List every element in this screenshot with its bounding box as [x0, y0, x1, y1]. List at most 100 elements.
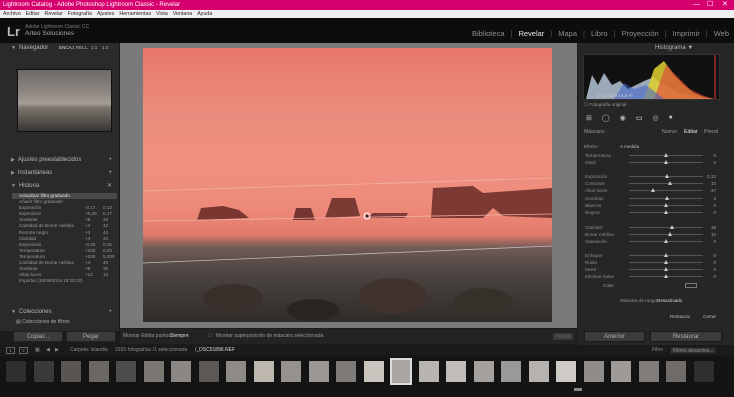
slider-value[interactable]: 0 — [713, 259, 716, 266]
slider-row[interactable]: Blancos 0 — [585, 202, 720, 209]
slider-track[interactable] — [629, 234, 703, 235]
slider-handle[interactable] — [664, 153, 668, 157]
spot-removal-icon[interactable]: ◯ — [602, 114, 610, 124]
slider-value[interactable]: 0 — [713, 209, 716, 216]
menu-vista[interactable]: Vista — [156, 10, 168, 18]
slider-value[interactable]: 0 — [713, 252, 716, 259]
menu-ajustes[interactable]: Ajustes — [97, 10, 114, 18]
slider-handle[interactable] — [667, 232, 672, 236]
mask-edit[interactable]: Editar — [684, 129, 698, 135]
clear-history-icon[interactable]: ✕ — [107, 181, 112, 191]
slider-handle[interactable] — [664, 203, 668, 207]
slider-value[interactable]: 0 — [713, 159, 716, 166]
menu-ventana[interactable]: Ventana — [173, 10, 192, 18]
slider-value[interactable]: -37 — [709, 187, 716, 194]
slider-handle[interactable] — [650, 188, 655, 192]
collection-item[interactable]: ▤ Colecciones de filtros — [16, 319, 70, 325]
radial-filter-icon[interactable]: ◎ — [652, 114, 658, 124]
overlay-checkbox[interactable]: ☐ — [208, 329, 212, 344]
slider-row[interactable]: Exposición 0,12 — [585, 173, 720, 180]
slider-handle[interactable] — [664, 274, 668, 278]
filmstrip-thumbnail[interactable] — [115, 360, 137, 383]
filmstrip-thumbnail[interactable] — [307, 360, 330, 383]
slider-row[interactable]: Sombras 3 — [585, 195, 720, 202]
menu-herramientas[interactable]: Herramientas — [119, 10, 151, 18]
slider-handle[interactable] — [664, 253, 668, 257]
module-revelar[interactable]: Revelar — [518, 29, 544, 38]
slider-handle[interactable] — [664, 196, 669, 200]
filmstrip-thumbnail[interactable] — [665, 360, 687, 383]
slider-value[interactable]: 0 — [713, 273, 716, 280]
menu-ayuda[interactable]: Ayuda — [197, 10, 212, 18]
histogram-header[interactable]: Histograma ▼ — [655, 45, 693, 51]
show-edit-select[interactable]: Siempre — [170, 329, 189, 344]
slider-value[interactable]: 0 — [713, 202, 716, 209]
slider-row[interactable]: Matiz 0 — [585, 159, 720, 166]
paste-button[interactable]: Pegar — [66, 331, 116, 342]
slider-row[interactable]: Moiré 0 — [585, 266, 720, 273]
menu-revelar[interactable]: Revelar — [45, 10, 63, 18]
crop-tool-icon[interactable]: ⊞ — [586, 114, 592, 124]
screen-2-icon[interactable]: 2 — [19, 347, 28, 354]
slider-row[interactable]: Altas luces -37 — [585, 187, 720, 194]
filmstrip-thumbnail[interactable] — [5, 360, 27, 383]
slider-value[interactable]: 0 — [713, 238, 716, 245]
filter-select[interactable]: Filtros desactiva... — [670, 347, 717, 354]
module-proyeccion[interactable]: Proyección — [622, 29, 659, 38]
slider-row[interactable]: Ruido 0 — [585, 259, 720, 266]
slider-handle[interactable] — [667, 181, 672, 185]
mask-reset[interactable]: Restaurar — [670, 314, 690, 319]
filmstrip-file[interactable]: /_DSC51896.NEF — [195, 345, 235, 356]
add-collection-icon[interactable]: + — [108, 307, 112, 317]
slider-value[interactable]: 16 — [711, 224, 716, 231]
filmstrip-thumbnail[interactable] — [170, 360, 192, 383]
zoom-fill[interactable]: RELL. — [76, 43, 89, 53]
menu-fotografia[interactable]: Fotografía — [68, 10, 92, 18]
filmstrip-thumbnail[interactable] — [500, 360, 522, 383]
slider-value[interactable]: 3 — [713, 195, 716, 202]
mask-brush[interactable]: Pincel — [704, 129, 718, 135]
snapshots-header[interactable]: ▶ Instantáneas + — [11, 168, 115, 178]
restore-button[interactable]: Restaurar — [650, 331, 722, 342]
filmstrip-thumbnail[interactable] — [60, 360, 82, 383]
range-mask-select[interactable]: Desactivado — [657, 298, 682, 303]
original-photo-toggle[interactable]: ☐ Fotografía original — [584, 102, 626, 108]
module-biblioteca[interactable]: Biblioteca — [472, 29, 505, 38]
navigator-preview[interactable] — [17, 69, 112, 132]
collections-header[interactable]: ▼ Colecciones + — [11, 307, 115, 317]
filmstrip-thumbnail[interactable] — [142, 360, 165, 383]
menu-editar[interactable]: Editar — [26, 10, 40, 18]
mask-new[interactable]: Nuevo — [662, 129, 677, 135]
filmstrip-thumbnail[interactable] — [225, 360, 247, 383]
filmstrip-source[interactable]: Carpeta: Islandia — [70, 345, 108, 356]
grid-view-icon[interactable]: ▦ — [35, 345, 40, 356]
filmstrip-thumbnail[interactable] — [555, 360, 577, 383]
module-web[interactable]: Web — [714, 29, 729, 38]
copy-button[interactable]: Copiar... — [13, 331, 63, 342]
filmstrip-thumbnail[interactable] — [417, 360, 440, 383]
done-button[interactable]: Hecho — [552, 332, 575, 341]
back-arrow-icon[interactable]: ◀ — [46, 345, 50, 356]
slider-row[interactable]: Borrar neblina 10 — [585, 231, 720, 238]
effect-select[interactable]: A medida — [620, 144, 639, 149]
slider-value[interactable]: 0 — [713, 266, 716, 273]
slider-track[interactable] — [629, 190, 703, 191]
filmstrip-thumbnail[interactable] — [527, 360, 550, 383]
zoom-1-4[interactable]: 1:4 — [102, 43, 108, 53]
filmstrip-thumbnail[interactable] — [472, 360, 495, 383]
slider-value[interactable]: 10 — [711, 231, 716, 238]
module-imprimir[interactable]: Imprimir — [673, 29, 700, 38]
filmstrip-scrollbar[interactable] — [574, 388, 582, 391]
slider-row[interactable]: Contraste 10 — [585, 180, 720, 187]
history-item[interactable]: Importar (15/09/2019 19:25:22) — [12, 278, 117, 284]
add-preset-icon[interactable]: + — [108, 155, 112, 165]
close-icon[interactable]: ✕ — [722, 0, 728, 10]
filmstrip-thumbnail[interactable] — [197, 360, 220, 383]
slider-row[interactable]: Negros 0 — [585, 209, 720, 216]
slider-handle[interactable] — [669, 225, 674, 229]
minimize-icon[interactable]: — — [693, 0, 700, 10]
slider-row[interactable]: Temperatura 0 — [585, 152, 720, 159]
slider-handle[interactable] — [664, 239, 668, 243]
filmstrip-thumbnail[interactable] — [252, 360, 275, 383]
filmstrip-thumbnail[interactable] — [32, 360, 55, 383]
